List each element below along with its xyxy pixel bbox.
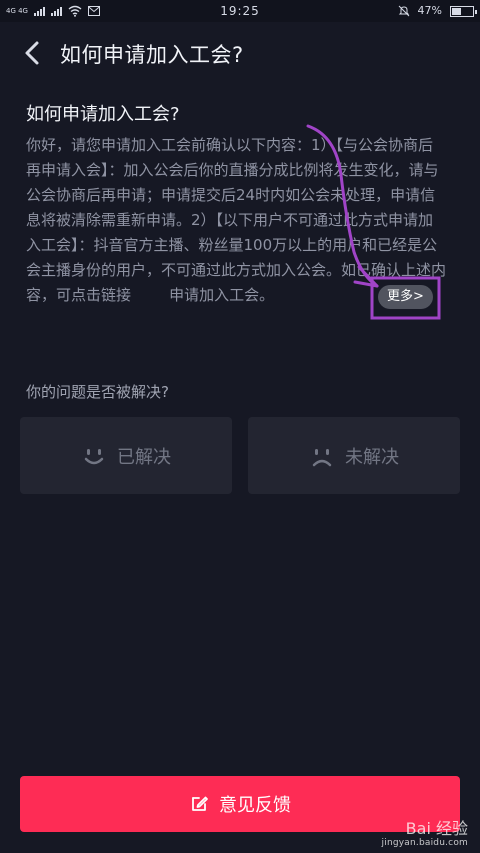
- feedback-label: 意见反馈: [219, 795, 291, 816]
- battery-icon: [450, 5, 477, 17]
- watermark-url: jingyan.baidu.com: [381, 838, 468, 848]
- more-link[interactable]: 更多>: [378, 285, 433, 309]
- question-label: 你的问题是否被解决?: [26, 383, 169, 401]
- page-title: 如何申请加入工会?: [60, 43, 244, 67]
- sad-face-icon: [312, 448, 332, 466]
- chevron-left-icon: [25, 41, 39, 65]
- solved-button[interactable]: 已解决: [20, 417, 232, 494]
- unsolved-button[interactable]: 未解决: [248, 417, 460, 494]
- watermark: Bai 经验 jingyan.baidu.com: [328, 820, 468, 849]
- header: 如何申请加入工会?: [0, 22, 480, 84]
- back-button[interactable]: [16, 36, 50, 70]
- status-bar: 4G 4G 19:25 47%: [0, 0, 480, 22]
- mute-bell-icon: [398, 5, 409, 17]
- smile-face-icon: [84, 448, 104, 464]
- battery-fill: [452, 7, 461, 15]
- article-title: 如何申请加入工会?: [26, 104, 180, 125]
- unsolved-label: 未解决: [345, 446, 399, 468]
- watermark-brand: Bai 经验: [405, 819, 468, 838]
- edit-icon: [192, 796, 208, 811]
- article-body: 你好，请您申请加入工会前确认以下内容：1）【与公会协商后再申请入会】：加入公会后…: [26, 136, 447, 304]
- solved-label: 已解决: [117, 446, 171, 468]
- status-right: 47%: [398, 0, 477, 22]
- battery-text: 47%: [417, 4, 442, 17]
